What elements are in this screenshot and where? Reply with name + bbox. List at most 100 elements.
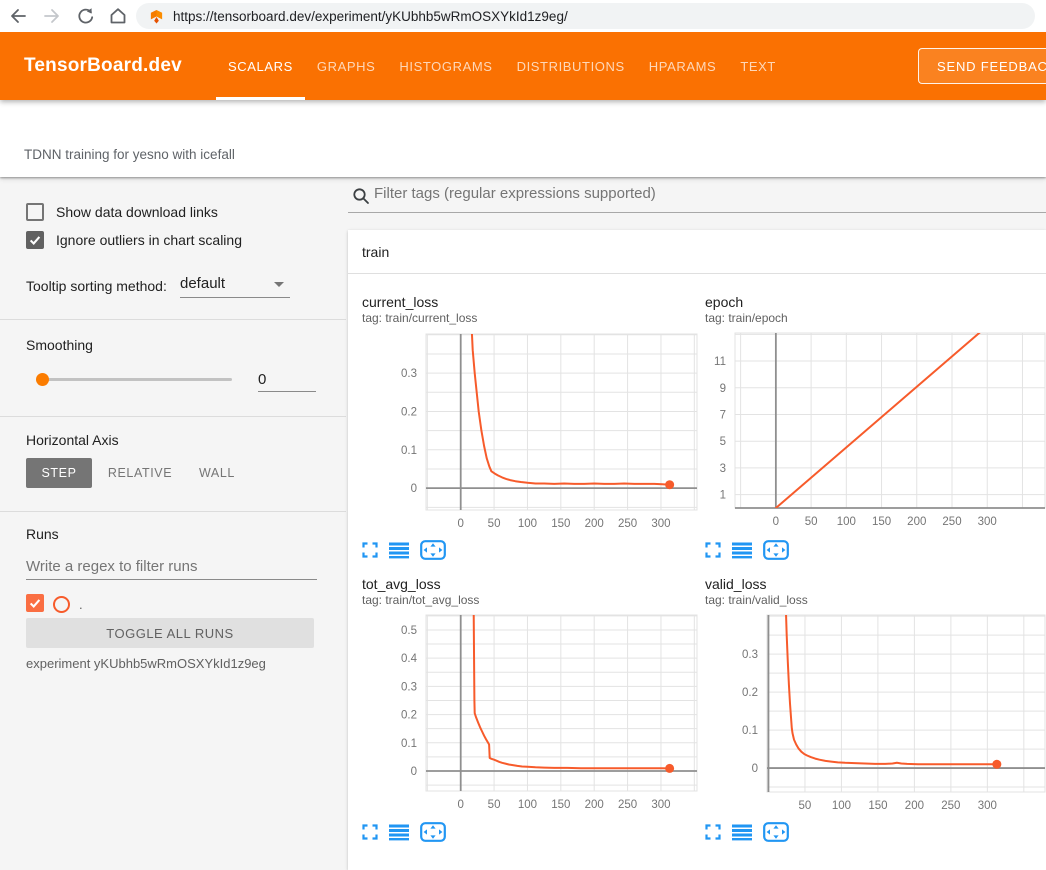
y-tick-label: 0 [411, 483, 417, 495]
experiment-title-band: TDNN training for yesno with icefall [0, 100, 1046, 177]
y-tick-label: 0.3 [401, 368, 417, 380]
y-tick-label: 7 [720, 409, 726, 421]
series-line[interactable] [776, 328, 998, 508]
fullscreen-icon[interactable] [705, 542, 721, 558]
fit-domain-icon[interactable] [420, 540, 446, 560]
series-line[interactable] [786, 610, 997, 764]
x-tick-label: 100 [837, 516, 856, 528]
x-tick-label: 300 [651, 518, 670, 530]
run-color-swatch[interactable] [53, 596, 70, 613]
forward-icon[interactable] [42, 6, 62, 26]
section-header[interactable]: train [348, 230, 1046, 274]
train-section-card: train current_losstag: train/current_los… [348, 230, 1046, 870]
y-tick-label: 11 [714, 356, 726, 368]
fit-domain-icon[interactable] [763, 540, 789, 560]
y-tick-label: 0.1 [401, 445, 417, 457]
chart-title: valid_loss [705, 576, 1046, 592]
x-tick-label: 150 [868, 800, 887, 812]
x-tick-label: 250 [618, 518, 637, 530]
reload-icon[interactable] [76, 6, 96, 26]
smoothing-label: Smoothing [26, 337, 93, 353]
y-tick-label: 9 [720, 383, 726, 395]
chart-plot[interactable]: 05010015020025030000.10.20.30.40.5 [362, 610, 698, 816]
x-tick-label: 150 [551, 518, 570, 530]
tab-text[interactable]: TEXT [728, 32, 788, 100]
y-tick-label: 0.3 [742, 649, 758, 661]
chart-plot[interactable]: 5010015020025030000.10.20.3 [705, 610, 1046, 816]
tag-filter-input[interactable]: Filter tags (regular expressions support… [374, 185, 656, 202]
back-icon[interactable] [8, 6, 28, 26]
y-tick-label: 0 [752, 763, 758, 775]
y-tick-label: 0.4 [401, 653, 418, 665]
runs-filter-input[interactable]: Write a regex to filter runs [26, 558, 197, 575]
axis-wall-button[interactable]: WALL [192, 458, 242, 488]
divider [0, 319, 346, 320]
tab-histograms[interactable]: HISTOGRAMS [387, 32, 504, 100]
chart-tag: tag: train/valid_loss [705, 593, 1046, 608]
x-tick-label: 200 [585, 799, 604, 811]
search-icon [352, 187, 370, 205]
axis-step-button[interactable]: STEP [26, 458, 92, 488]
ignore-outliers-checkbox[interactable] [26, 231, 44, 249]
y-tick-label: 0.1 [742, 725, 758, 737]
x-tick-label: 100 [518, 799, 537, 811]
ignore-outliers-label: Ignore outliers in chart scaling [56, 232, 242, 248]
tab-graphs[interactable]: GRAPHS [305, 32, 388, 100]
tab-scalars[interactable]: SCALARS [216, 32, 305, 100]
log-scale-icon[interactable] [389, 824, 409, 841]
x-tick-label: 50 [488, 799, 501, 811]
smoothing-slider[interactable] [36, 378, 232, 381]
last-point-marker[interactable] [665, 764, 674, 773]
y-tick-label: 0 [411, 766, 417, 778]
y-tick-label: 0.2 [401, 710, 417, 722]
chart-card-epoch: epochtag: train/epoch0501001502002503001… [705, 294, 1046, 560]
fullscreen-icon[interactable] [362, 824, 378, 840]
fit-domain-icon[interactable] [420, 822, 446, 842]
run-checkbox[interactable] [26, 594, 44, 612]
series-line[interactable] [471, 328, 669, 485]
url-text: https://tensorboard.dev/experiment/yKUbh… [173, 9, 568, 24]
send-feedback-button[interactable]: SEND FEEDBACK [918, 48, 1046, 84]
smoothing-value[interactable]: 0 [258, 371, 316, 392]
runs-filter-underline [26, 579, 317, 580]
y-tick-label: 5 [720, 436, 726, 448]
chart-actions [362, 540, 698, 560]
axis-relative-button[interactable]: RELATIVE [104, 458, 176, 488]
x-tick-label: 250 [941, 800, 960, 812]
app-header: TensorBoard.dev SCALARSGRAPHSHISTOGRAMSD… [0, 32, 1046, 100]
show-download-links-checkbox[interactable] [26, 203, 44, 221]
tensorboard-page: { "browser": { "url": "https://tensorboa… [0, 0, 1046, 825]
y-tick-label: 0.2 [742, 687, 758, 699]
fit-domain-icon[interactable] [763, 822, 789, 842]
smoothing-slider-thumb[interactable] [36, 373, 49, 386]
toggle-all-runs-button[interactable]: TOGGLE ALL RUNS [26, 618, 314, 648]
log-scale-icon[interactable] [732, 824, 752, 841]
x-tick-label: 0 [458, 799, 464, 811]
chevron-down-icon [274, 282, 284, 287]
chart-actions [705, 822, 1046, 842]
log-scale-icon[interactable] [389, 542, 409, 559]
x-tick-label: 300 [978, 800, 997, 812]
brand-title: TensorBoard.dev [24, 32, 182, 100]
tab-hparams[interactable]: HPARAMS [637, 32, 729, 100]
fullscreen-icon[interactable] [705, 824, 721, 840]
chart-card-current_loss: current_losstag: train/current_loss05010… [362, 294, 698, 560]
series-line[interactable] [474, 613, 670, 768]
home-icon[interactable] [108, 6, 128, 26]
divider [0, 511, 346, 512]
chart-plot[interactable]: 0501001502002503001357911 [705, 328, 1046, 534]
last-point-marker[interactable] [665, 480, 674, 489]
tab-distributions[interactable]: DISTRIBUTIONS [505, 32, 637, 100]
chart-plot[interactable]: 05010015020025030000.10.20.3 [362, 328, 698, 534]
fullscreen-icon[interactable] [362, 542, 378, 558]
experiment-id-text: experiment yKUbhb5wRmOSXYkId1z9eg [26, 656, 266, 671]
log-scale-icon[interactable] [732, 542, 752, 559]
nav-tabs: SCALARSGRAPHSHISTOGRAMSDISTRIBUTIONSHPAR… [216, 32, 788, 100]
address-bar[interactable]: https://tensorboard.dev/experiment/yKUbh… [136, 3, 1035, 29]
tag-filter-row[interactable]: Filter tags (regular expressions support… [348, 177, 1046, 213]
y-tick-label: 0.2 [401, 406, 417, 418]
tooltip-sorting-select[interactable]: default [180, 273, 290, 298]
x-tick-label: 0 [773, 516, 779, 528]
last-point-marker[interactable] [992, 760, 1001, 769]
x-tick-label: 100 [518, 518, 537, 530]
